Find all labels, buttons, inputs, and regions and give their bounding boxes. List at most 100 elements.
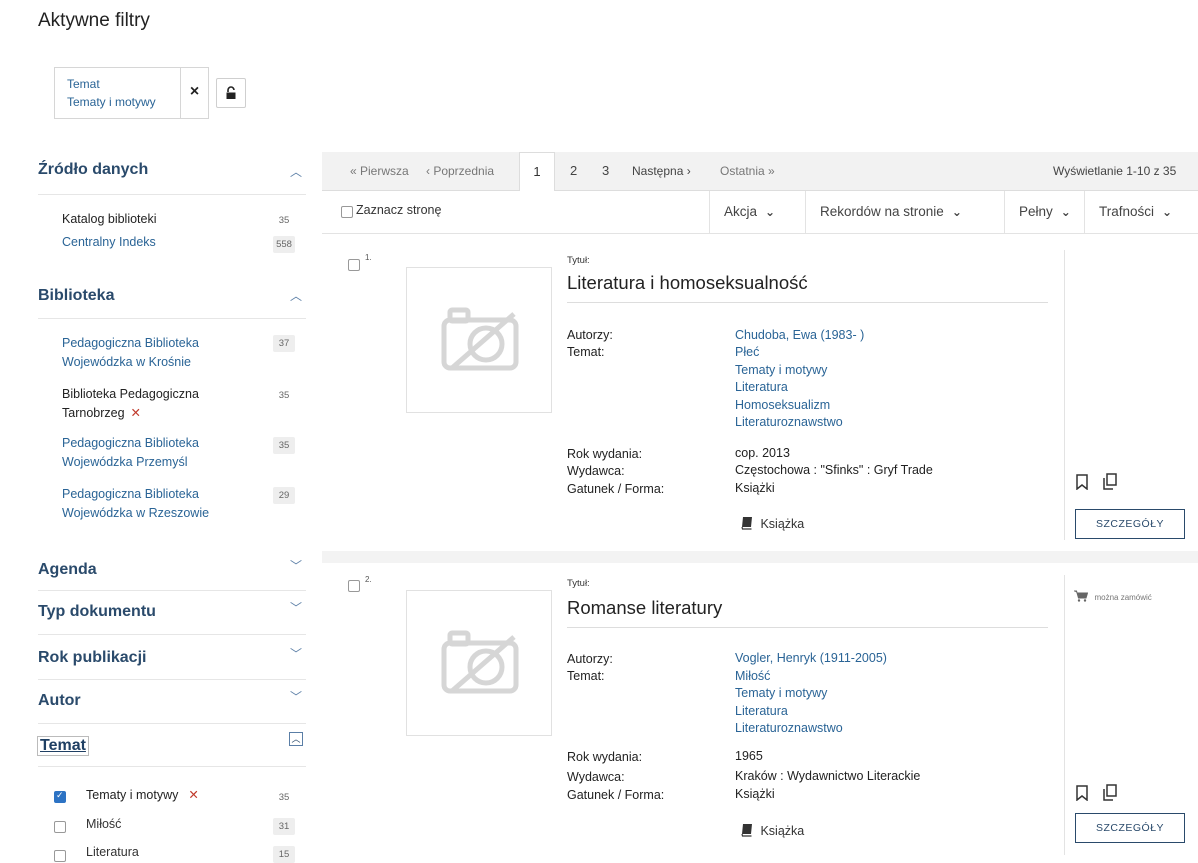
divider — [1064, 575, 1065, 855]
publisher-label: Wydawca: — [567, 464, 625, 478]
per-page-dropdown[interactable]: Rekordów na stronie ⌄ — [805, 191, 1004, 233]
copy-icon — [1103, 784, 1117, 801]
genre-label: Gatunek / Forma: — [567, 788, 665, 802]
divider — [38, 723, 306, 724]
remove-filter-icon[interactable]: ✕ — [131, 406, 141, 420]
subject-link[interactable]: Literaturoznawstwo — [735, 414, 843, 432]
chevron-up-icon[interactable]: ︿ — [290, 287, 302, 304]
facet-checkbox[interactable] — [54, 821, 66, 833]
sort-dropdown[interactable]: Trafności ⌄ — [1084, 191, 1198, 233]
record-separator — [322, 551, 1198, 563]
view-dropdown[interactable]: Pełny ⌄ — [1004, 191, 1084, 233]
author-link[interactable]: Chudoba, Ewa (1983- ) — [735, 327, 864, 345]
chevron-down-icon[interactable]: ﹀ — [290, 599, 302, 616]
facet-library-title[interactable]: Biblioteka — [38, 287, 114, 305]
details-button[interactable]: SZCZEGÓŁY — [1075, 509, 1185, 539]
copy-button[interactable] — [1102, 784, 1118, 807]
facet-item-centralny[interactable]: Centralny Indeks — [62, 233, 156, 252]
facet-item-line: Wojewódzka w Rzeszowie — [62, 506, 210, 520]
facet-subject-title[interactable]: Temat — [37, 736, 89, 756]
record-checkbox[interactable] — [348, 580, 360, 592]
subject-link[interactable]: Literatura — [735, 703, 788, 721]
book-icon — [741, 517, 752, 530]
record-checkbox[interactable] — [348, 259, 360, 271]
facet-item-library-krosno[interactable]: Pedagogiczna Biblioteka Wojewódzka w Kro… — [62, 334, 199, 372]
format-label: Książka — [760, 824, 805, 838]
facet-item-library-przemysl[interactable]: Pedagogiczna Biblioteka Wojewódzka Przem… — [62, 434, 199, 472]
chevron-up-icon[interactable]: ︿ — [290, 163, 302, 180]
bookmark-button[interactable] — [1075, 474, 1089, 495]
first-page-link[interactable]: « Pierwsza — [350, 164, 409, 178]
facet-count: 35 — [278, 215, 290, 226]
last-page-link[interactable]: Ostatnia » — [720, 164, 775, 178]
record-title-link[interactable]: Romanse literatury — [567, 597, 722, 619]
results-toolbar: Zaznacz stronę Akcja ⌄ Rekordów na stroni… — [322, 191, 1198, 234]
facet-checkbox[interactable] — [54, 850, 66, 862]
active-filter-chip[interactable]: Temat Tematy i motywy — [54, 67, 181, 119]
subject-link[interactable]: Miłość — [735, 668, 770, 686]
subject-link[interactable]: Tematy i motywy — [735, 685, 827, 703]
chevron-down-icon[interactable]: ﹀ — [290, 645, 302, 662]
title-label: Tytuł: — [567, 255, 590, 266]
facet-author-title[interactable]: Autor — [38, 692, 81, 710]
lock-filter-button[interactable] — [216, 78, 246, 108]
facet-count: 35 — [278, 390, 290, 401]
page-3-link[interactable]: 3 — [602, 163, 609, 178]
order-status-label: można zamówić — [1094, 593, 1152, 602]
publisher-value: Kraków : Wydawnictwo Literackie — [735, 769, 921, 783]
facet-item-library-tarnobrzeg[interactable]: Biblioteka Pedagogiczna Tarnobrzeg ✕ — [62, 385, 199, 423]
divider — [1064, 250, 1065, 540]
sort-label: Trafności — [1099, 204, 1155, 219]
author-link[interactable]: Vogler, Henryk (1911-2005) — [735, 650, 887, 668]
subject-link[interactable]: Literatura — [735, 379, 788, 397]
divider — [38, 766, 306, 767]
chevron-down-icon[interactable]: ﹀ — [290, 557, 302, 574]
divider — [38, 318, 306, 319]
record-title-link[interactable]: Literatura i homoseksualność — [567, 272, 808, 294]
cart-icon — [1074, 590, 1089, 602]
chevron-down-icon[interactable]: ﹀ — [290, 688, 302, 705]
page-2-link[interactable]: 2 — [570, 163, 577, 178]
authors-label: Autorzy: — [567, 328, 613, 342]
details-button[interactable]: SZCZEGÓŁY — [1075, 813, 1185, 843]
publisher-value: Częstochowa : "Sfinks" : Gryf Trade — [735, 463, 933, 477]
remove-filter-icon[interactable]: ✕ — [188, 788, 198, 802]
facet-item-tematy[interactable]: Tematy i motywy ✕ — [86, 786, 199, 805]
facet-item-line: Biblioteka Pedagogiczna — [62, 387, 199, 401]
divider — [567, 627, 1048, 628]
action-dropdown[interactable]: Akcja ⌄ — [709, 191, 805, 233]
select-page-checkbox[interactable] — [341, 206, 353, 218]
facet-item-line: Pedagogiczna Biblioteka — [62, 336, 199, 350]
facet-source-title[interactable]: Źródło danych — [38, 161, 148, 179]
current-page: 1 — [519, 152, 555, 191]
facet-year-title[interactable]: Rok publikacji — [38, 649, 146, 667]
facet-checkbox[interactable] — [54, 790, 66, 803]
chevron-up-icon[interactable]: ︿ — [289, 732, 303, 746]
bookmark-button[interactable] — [1075, 785, 1089, 806]
next-page-link[interactable]: Następna › — [632, 164, 691, 178]
facet-count: 37 — [273, 335, 295, 352]
facet-item-katalog[interactable]: Katalog biblioteki — [62, 210, 157, 229]
prev-page-link[interactable]: ‹ Poprzednia — [426, 164, 494, 178]
chevron-down-icon: ⌄ — [951, 205, 962, 219]
subject-link[interactable]: Homoseksualizm — [735, 397, 830, 415]
facet-doctype-title[interactable]: Typ dokumentu — [38, 603, 156, 621]
genre-label: Gatunek / Forma: — [567, 482, 665, 496]
copy-button[interactable] — [1102, 473, 1118, 496]
facet-item-milosc[interactable]: Miłość — [86, 815, 121, 834]
chevron-down-icon: ⌄ — [1162, 205, 1173, 219]
select-page-label: Zaznacz stronę — [356, 203, 442, 217]
subject-link[interactable]: Tematy i motywy — [735, 362, 827, 380]
facet-item-line: Wojewódzka w Krośnie — [62, 355, 191, 369]
facet-item-literatura[interactable]: Literatura — [86, 843, 139, 862]
year-label: Rok wydania: — [567, 750, 643, 764]
facet-item-library-rzeszow[interactable]: Pedagogiczna Biblioteka Wojewódzka w Rze… — [62, 485, 209, 523]
cover-placeholder — [406, 590, 552, 736]
subject-link[interactable]: Literaturoznawstwo — [735, 720, 843, 738]
subject-link[interactable]: Płeć — [735, 344, 759, 362]
year-value: 1965 — [735, 749, 763, 763]
divider — [38, 194, 306, 195]
facet-agenda-title[interactable]: Agenda — [38, 561, 97, 579]
facet-count: 35 — [278, 792, 290, 803]
remove-filter-button[interactable]: × — [181, 67, 209, 119]
